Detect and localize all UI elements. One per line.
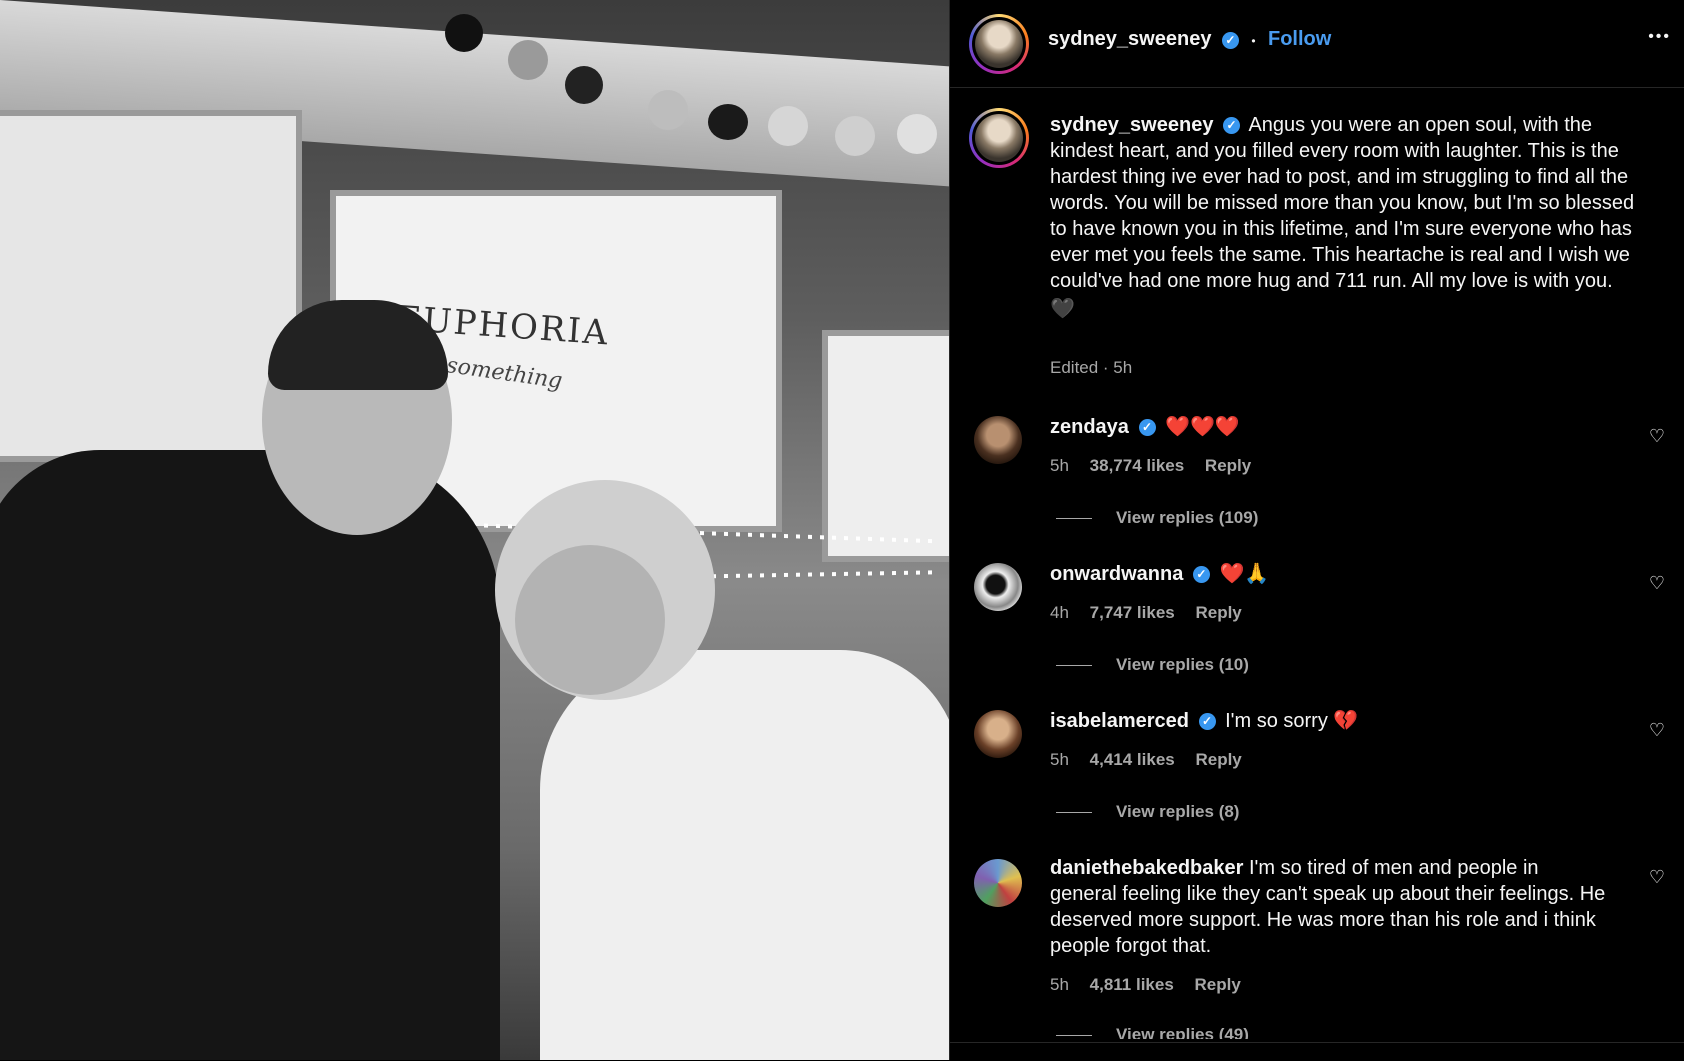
post-header: sydney_sweeney ✓ • Follow ••• [950, 0, 1684, 88]
replies-divider [1056, 1035, 1092, 1037]
caption-username[interactable]: sydney_sweeney [1050, 114, 1213, 136]
garland-dot [508, 40, 548, 80]
caption-text: Angus you were an open soul, with the ki… [1050, 114, 1635, 292]
comment-text: isabelamerced ✓ I'm so sorry 💔 [1050, 708, 1630, 734]
verified-badge-icon: ✓ [1223, 117, 1240, 135]
header-user-row: sydney_sweeney ✓ • Follow [1048, 28, 1331, 51]
comment-text: onwardwanna ✓ ❤️🙏 [1050, 561, 1630, 587]
caption-timestamp: Edited · 5h [1050, 358, 1133, 377]
view-replies-button[interactable]: View replies (8) [1056, 802, 1239, 822]
view-replies-button[interactable]: View replies (49) [1056, 1025, 1249, 1039]
black-heart-emoji: 🖤 [1050, 298, 1075, 320]
like-heart-icon[interactable]: ♡ [1649, 867, 1665, 888]
comment-body: ❤️❤️❤️ [1165, 416, 1240, 438]
comment-time: 5h [1050, 975, 1069, 994]
separator-dot: • [1251, 34, 1256, 48]
comment-time: 5h [1050, 750, 1069, 769]
comment-meta: 5h 4,414 likes Reply [1050, 750, 1258, 770]
comment-avatar[interactable] [974, 416, 1022, 464]
post-photo[interactable]: EUPHORIA something [0, 0, 949, 1060]
follow-button[interactable]: Follow [1268, 28, 1331, 50]
woman-face [515, 545, 665, 695]
comment-avatar[interactable] [974, 563, 1022, 611]
comment-username[interactable]: zendaya [1050, 416, 1129, 438]
comment-likes[interactable]: 4,414 likes [1090, 750, 1175, 769]
avatar[interactable] [969, 14, 1029, 74]
comment-username[interactable]: isabelamerced [1050, 710, 1189, 732]
garland-dot [565, 66, 603, 104]
comment-time: 5h [1050, 456, 1069, 475]
left-monitor [0, 110, 302, 462]
comment-time: 4h [1050, 603, 1069, 622]
comment-avatar[interactable] [974, 859, 1022, 907]
instagram-post: EUPHORIA something sydney_sweeney ✓ • Fo… [0, 0, 1684, 1061]
garland-dot [768, 106, 808, 146]
woman-sweater [540, 650, 949, 1060]
replies-divider [1056, 518, 1092, 520]
comment-meta: 4h 7,747 likes Reply [1050, 603, 1258, 623]
comment-text: daniethebakedbaker I'm so tired of men a… [1050, 855, 1610, 959]
replies-divider [1056, 812, 1092, 814]
caption-avatar[interactable] [969, 108, 1029, 168]
comment-avatar[interactable] [974, 710, 1022, 758]
comment-username[interactable]: daniethebakedbaker [1050, 857, 1243, 879]
replies-divider [1056, 665, 1092, 667]
comment-likes[interactable]: 38,774 likes [1090, 456, 1185, 475]
comment-username[interactable]: onwardwanna [1050, 563, 1183, 585]
garland-dot [648, 90, 688, 130]
panel-bottom-divider [950, 1042, 1684, 1061]
comment-likes[interactable]: 7,747 likes [1090, 603, 1175, 622]
garland-dot [708, 104, 748, 140]
verified-badge-icon: ✓ [1192, 566, 1210, 584]
reply-button[interactable]: Reply [1205, 456, 1251, 475]
username-link[interactable]: sydney_sweeney [1048, 28, 1211, 50]
garland-dot [897, 114, 937, 154]
like-heart-icon[interactable]: ♡ [1649, 426, 1665, 447]
comment-body: I'm so sorry 💔 [1225, 710, 1359, 732]
verified-badge-icon: ✓ [1138, 419, 1156, 437]
man-hoodie [0, 450, 500, 1060]
view-replies-button[interactable]: View replies (10) [1056, 655, 1249, 675]
reply-button[interactable]: Reply [1195, 603, 1241, 622]
comment-text: zendaya ✓ ❤️❤️❤️ [1050, 414, 1630, 440]
like-heart-icon[interactable]: ♡ [1649, 573, 1665, 594]
post-detail-panel: sydney_sweeney ✓ • Follow ••• sydney_swe… [949, 0, 1684, 1061]
sign-subtext: something [444, 352, 564, 395]
verified-badge-icon: ✓ [1198, 713, 1216, 731]
verified-badge-icon: ✓ [1221, 32, 1239, 50]
comment-body: ❤️🙏 [1219, 563, 1270, 585]
right-monitor [822, 330, 949, 562]
comment-meta: 5h 4,811 likes Reply [1050, 975, 1257, 995]
reply-button[interactable]: Reply [1195, 750, 1241, 769]
post-caption: sydney_sweeney ✓ Angus you were an open … [1050, 112, 1650, 322]
reply-button[interactable]: Reply [1195, 975, 1241, 994]
garland-dot [835, 116, 875, 156]
garland-dot [445, 14, 483, 52]
view-replies-button[interactable]: View replies (109) [1056, 508, 1258, 528]
more-options-icon[interactable]: ••• [1648, 28, 1671, 46]
comment-meta: 5h 38,774 likes Reply [1050, 456, 1267, 476]
comment-likes[interactable]: 4,811 likes [1090, 975, 1174, 994]
like-heart-icon[interactable]: ♡ [1649, 720, 1665, 741]
